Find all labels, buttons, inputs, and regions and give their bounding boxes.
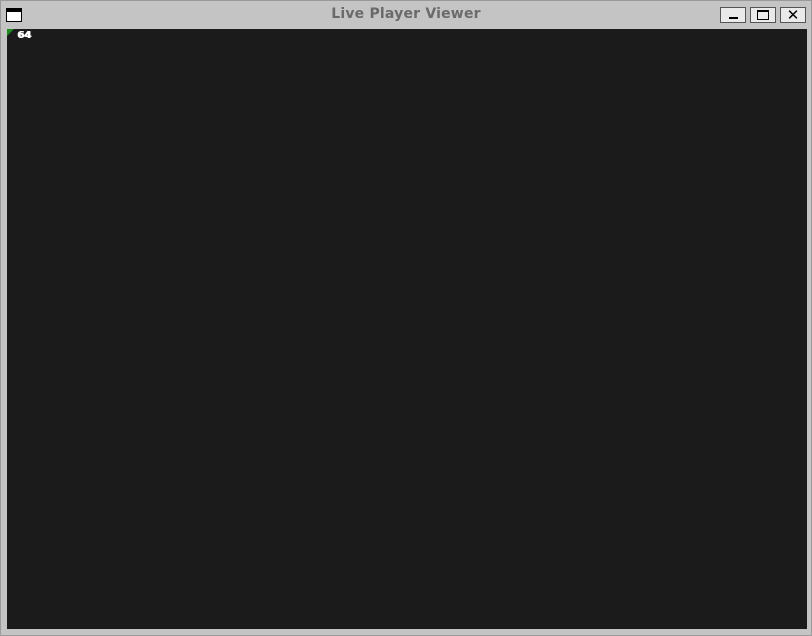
minimize-icon <box>729 17 738 19</box>
player-viewport[interactable]: 64 64 <box>7 29 807 629</box>
window-title: Live Player Viewer <box>331 6 481 22</box>
player-marker <box>7 29 14 36</box>
title-bar[interactable]: Live Player Viewer ✕ <box>1 1 811 29</box>
close-icon: ✕ <box>786 6 800 24</box>
player-label: 64 <box>18 30 32 41</box>
close-button[interactable]: ✕ <box>780 6 806 24</box>
maximize-button[interactable] <box>750 7 776 23</box>
maximize-icon <box>757 10 769 20</box>
minimize-button[interactable] <box>720 7 746 23</box>
live-player-viewer-window: Live Player Viewer ✕ 64 64 <box>0 0 812 636</box>
